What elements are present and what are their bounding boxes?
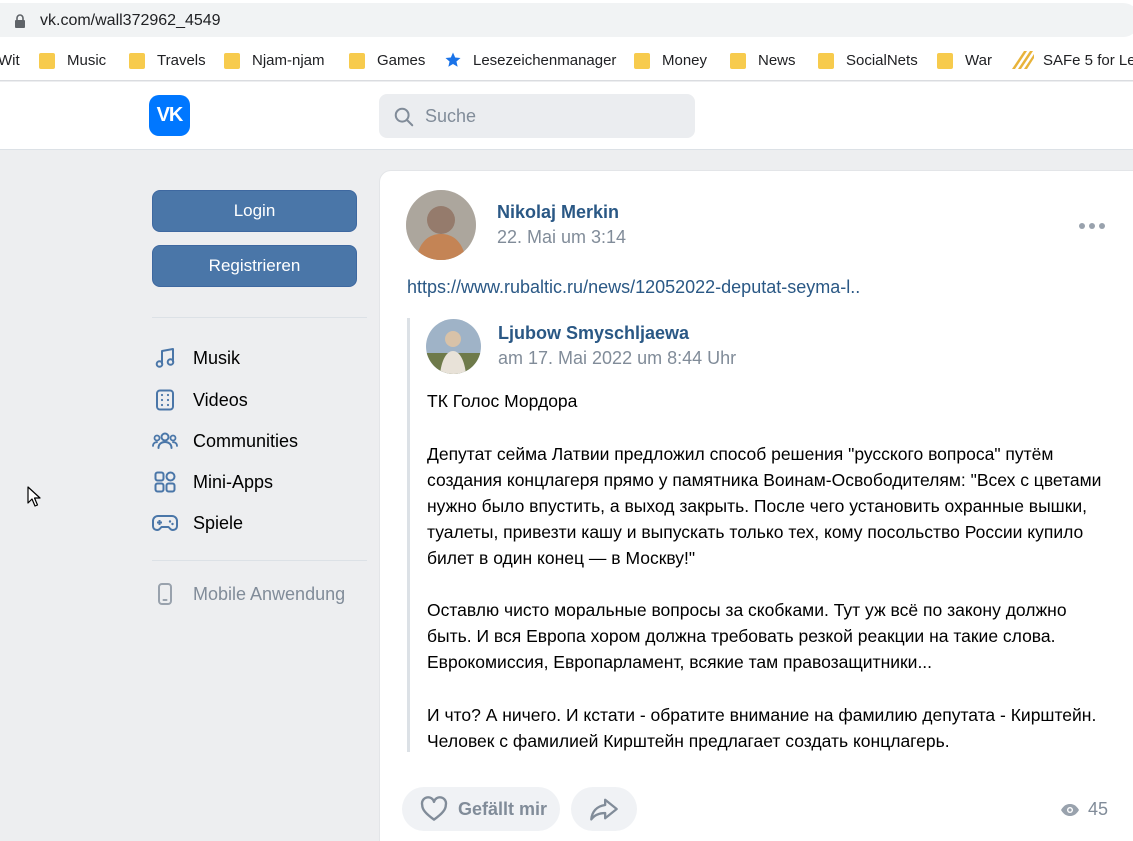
sidebar-divider (152, 317, 367, 318)
film-icon (152, 387, 178, 413)
repost-text-paragraph: Депутат сейма Латвии предложил способ ре… (427, 444, 1102, 568)
lock-icon (15, 14, 25, 28)
url-field[interactable]: vk.com/wall372962_4549 (0, 3, 1133, 37)
avatar-photo-icon (406, 190, 476, 260)
repost-date[interactable]: am 17. Mai 2022 um 8:44 Uhr (498, 348, 736, 369)
bookmarks-bar: Wit Music Travels Njam-njam Games Leseze… (0, 40, 1133, 81)
mouse-cursor-icon (27, 486, 41, 507)
more-options-icon[interactable] (1079, 223, 1105, 231)
share-button[interactable] (571, 787, 637, 831)
login-button[interactable]: Login (152, 190, 357, 232)
search-icon (394, 107, 414, 127)
star-icon (445, 52, 461, 67)
music-note-icon (152, 345, 178, 371)
folder-icon (39, 53, 55, 69)
post-date[interactable]: 22. Mai um 3:14 (497, 227, 626, 248)
sidebar-item-mobile[interactable]: Mobile Anwendung (152, 577, 367, 611)
sidebar-item-communities[interactable]: Communities (152, 424, 367, 458)
folder-icon (937, 53, 953, 69)
heart-icon (420, 796, 448, 821)
bookmark-wit[interactable]: Wit (0, 40, 20, 80)
like-button[interactable]: Gefällt mir (402, 787, 560, 831)
post-link[interactable]: https://www.rubaltic.ru/news/12052022-de… (407, 277, 860, 298)
repost-text-paragraph: Оставлю чисто моральные вопросы за скобк… (427, 600, 1067, 672)
repost-author-avatar[interactable] (426, 319, 481, 374)
bookmark-music[interactable]: Music (39, 40, 106, 80)
share-arrow-icon (590, 798, 618, 821)
sidebar-item-spiele[interactable]: Spiele (152, 506, 367, 540)
folder-icon (349, 53, 365, 69)
repost-text-title: ТК Голос Мордора (427, 391, 578, 411)
sidebar-divider (152, 560, 367, 561)
bookmark-socialnets[interactable]: SocialNets (818, 40, 918, 80)
safe-icon (1012, 51, 1034, 69)
bookmark-lesezeichenmanager[interactable]: Lesezeichenmanager (444, 40, 616, 80)
post-author[interactable]: Nikolaj Merkin (497, 202, 619, 223)
repost-text-paragraph: И что? А ничего. И кстати - обратите вни… (427, 705, 1097, 751)
avatar-photo-icon (426, 319, 481, 374)
bookmark-safe[interactable]: SAFe 5 for Lea (1012, 40, 1133, 80)
views-counter: 45 (1060, 799, 1108, 820)
repost-border (407, 318, 410, 752)
post-card: Nikolaj Merkin 22. Mai um 3:14 https://w… (379, 170, 1133, 841)
vk-logo[interactable]: VK (149, 95, 190, 136)
smartphone-icon (152, 581, 178, 607)
bookmark-money[interactable]: Money (634, 40, 707, 80)
grid-icon (152, 469, 178, 495)
bookmark-travels[interactable]: Travels (129, 40, 206, 80)
bookmark-war[interactable]: War (937, 40, 992, 80)
bookmark-njam-njam[interactable]: Njam-njam (224, 40, 325, 80)
sidebar-item-musik[interactable]: Musik (152, 341, 367, 375)
browser-address-bar: vk.com/wall372962_4549 (0, 0, 1133, 40)
folder-icon (224, 53, 240, 69)
vk-header: VK (0, 82, 1133, 150)
register-button[interactable]: Registrieren (152, 245, 357, 287)
search-box[interactable] (379, 94, 695, 138)
author-avatar[interactable] (406, 190, 476, 260)
eye-icon (1061, 803, 1079, 816)
people-icon (152, 428, 178, 454)
bookmark-games[interactable]: Games (349, 40, 425, 80)
folder-icon (818, 53, 834, 69)
url-text: vk.com/wall372962_4549 (40, 12, 221, 29)
folder-icon (129, 53, 145, 69)
bookmark-news[interactable]: News (730, 40, 796, 80)
search-input[interactable] (425, 94, 685, 138)
folder-icon (634, 53, 650, 69)
folder-icon (730, 53, 746, 69)
gamepad-icon (152, 510, 178, 536)
repost-author[interactable]: Ljubow Smyschljaewa (498, 323, 689, 344)
sidebar-item-videos[interactable]: Videos (152, 383, 367, 417)
sidebar-item-mini-apps[interactable]: Mini-Apps (152, 465, 367, 499)
